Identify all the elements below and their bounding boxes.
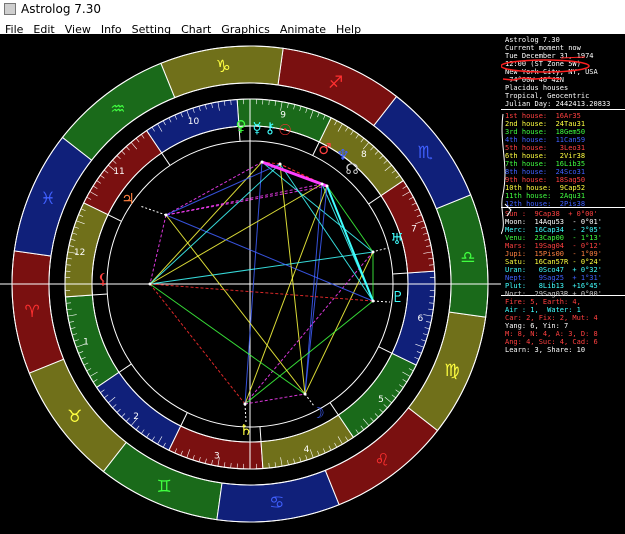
- house-number: 5: [378, 395, 384, 405]
- house-number: 8: [361, 150, 367, 160]
- house-number: 11: [113, 167, 124, 177]
- aspect-line: [149, 283, 246, 405]
- zodiac-sign-glyph: ♈: [25, 302, 40, 322]
- zodiac-sign-glyph: ♍: [444, 361, 459, 381]
- annotation-scribble: [501, 56, 590, 235]
- aspect-line: [149, 283, 374, 302]
- window-title: Astrolog 7.30: [21, 2, 102, 16]
- aspect-line: [165, 183, 323, 216]
- glyph-leader: [304, 393, 315, 407]
- house-number: 7: [411, 225, 417, 235]
- menu-bar: File Edit View Info Setting Chart Graphics Anim…: [0, 18, 625, 36]
- astrolog-app-icon: [4, 3, 16, 15]
- planet-glyph: ♂: [318, 140, 331, 158]
- info-panel: Astrolog 7.30 Current moment now Tue Decem…: [501, 34, 625, 534]
- planet-glyph: ⚸: [98, 270, 109, 288]
- house-number: 6: [417, 314, 423, 324]
- annotation-brace: [501, 113, 506, 235]
- house-cusp: [92, 293, 108, 296]
- annotation-strike: [502, 77, 562, 81]
- glyph-leader: [371, 247, 389, 253]
- house-number: 1: [83, 337, 89, 347]
- aspect-line: [244, 393, 306, 405]
- house-cusp: [161, 152, 171, 166]
- aspect-line: [165, 163, 281, 216]
- chart-wheel[interactable]: ♈♉♊♋♌♍♎♏♐♑♒♓123456789101112♂ ♆☊♅♇♀ ☿ ⚷ ☉♃⚸♄☽: [0, 34, 501, 534]
- house-cusp: [378, 346, 393, 354]
- planet-marker: [260, 160, 264, 164]
- aspect-line: [165, 161, 263, 216]
- house-number: 2: [133, 412, 139, 422]
- house-number: 4: [304, 445, 310, 455]
- glyph-leader: [244, 403, 247, 423]
- house-cusp: [259, 426, 262, 442]
- chart-wheel-area[interactable]: ♈ ♉ ♊ ♋ ♌ ♍ ♎ ♏ ♐ ♑ ♒ ♓ 1 2 3 4 5 6 7 8 9 10 11 12 ♂ ♆ ☊ ♅ ♇ ♀ ☿ ⚷ ☉ ♃ ⚸ ♄ ☽: [0, 34, 501, 534]
- annotation-strike: [560, 56, 586, 59]
- planet-glyph: ☉: [278, 121, 291, 139]
- aspect-line: [149, 283, 306, 395]
- aspect-line: [149, 251, 374, 285]
- planet-glyph: ☽: [311, 404, 324, 422]
- house-number: 12: [74, 248, 85, 258]
- aspect-line-major: [261, 160, 328, 188]
- house-cusp: [180, 412, 188, 427]
- house-sector: [391, 270, 436, 366]
- aspect-line: [165, 214, 306, 395]
- aspect-line: [165, 214, 374, 302]
- house-sector: [64, 294, 120, 389]
- zodiac-sign-glyph: ♒: [110, 100, 125, 120]
- zodiac-sign-glyph: ♐: [328, 73, 343, 93]
- house-number: 10: [188, 117, 200, 127]
- house-cusp: [118, 363, 132, 373]
- zodiac-sign-glyph: ♉: [67, 407, 82, 427]
- house-sector: [260, 414, 355, 470]
- aspect-line: [304, 183, 323, 395]
- planet-glyph: ♃: [121, 190, 134, 208]
- planet-glyph: ♇: [391, 288, 404, 306]
- zodiac-sign-glyph: ♊: [157, 477, 172, 497]
- zodiac-sign-glyph: ♌: [374, 450, 389, 470]
- planet-glyph: ♅: [390, 230, 403, 248]
- house-number: 9: [280, 111, 286, 121]
- house-cusp: [107, 214, 122, 222]
- house-cusp: [368, 195, 382, 205]
- annotation-brace: [504, 203, 512, 217]
- title-bar: Astrolog 7.30: [0, 0, 625, 18]
- aspect-line: [165, 185, 328, 216]
- aspect-line: [279, 163, 306, 395]
- zodiac-sign-glyph: ♏: [418, 143, 433, 163]
- planet-glyph: ♀: [236, 117, 247, 135]
- zodiac-sign-glyph: ♎: [460, 248, 475, 268]
- house-sector: [380, 179, 436, 274]
- zodiac-sign-glyph: ♓: [40, 189, 55, 209]
- annotation-circle: [501, 59, 590, 73]
- house-cusp: [392, 272, 408, 275]
- zodiac-sign-glyph: ♑: [216, 57, 231, 77]
- aspect-line: [149, 163, 281, 285]
- glyph-leader: [139, 205, 167, 216]
- planet-glyph: ☊: [345, 160, 358, 178]
- zodiac-sign-glyph: ♋: [269, 493, 284, 513]
- aspect-line: [149, 214, 167, 285]
- house-cusp: [329, 402, 339, 416]
- planet-glyph: ☿: [252, 119, 261, 137]
- glyph-leader: [372, 300, 391, 303]
- planet-glyph: ⚷: [265, 119, 276, 137]
- planet-marker: [325, 184, 329, 188]
- house-number: 3: [214, 451, 220, 461]
- planet-marker: [320, 182, 324, 186]
- planet-glyph: ♄: [239, 421, 252, 439]
- planet-marker: [278, 162, 282, 166]
